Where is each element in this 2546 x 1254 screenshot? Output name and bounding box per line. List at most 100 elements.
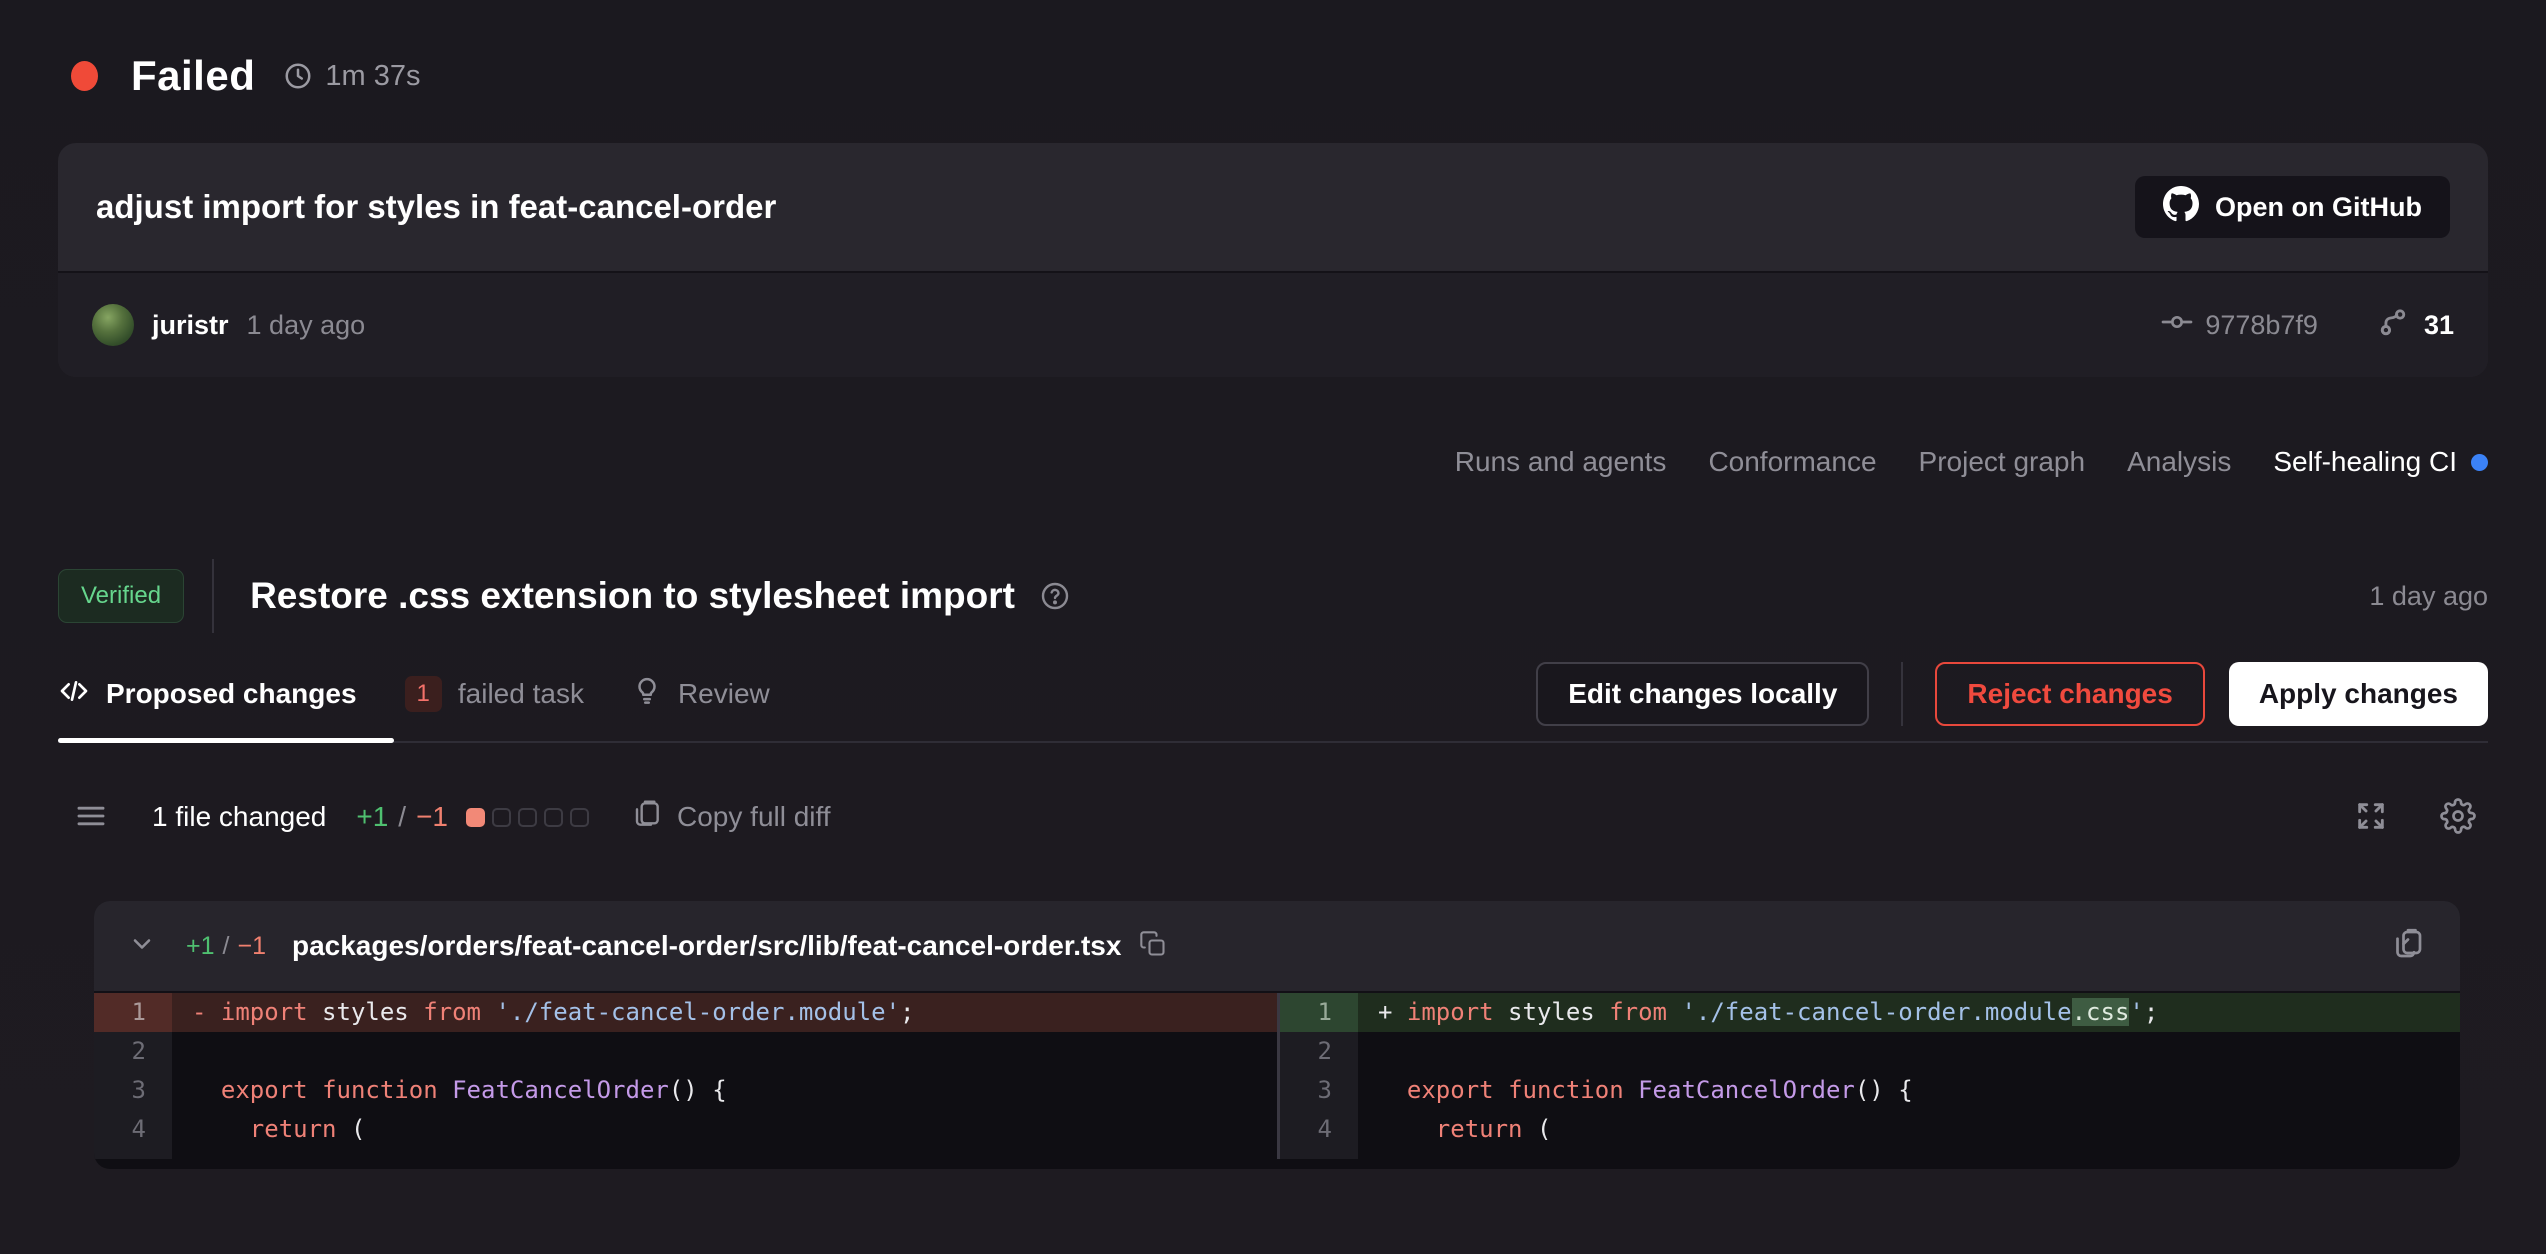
open-on-github-label: Open on GitHub: [2215, 192, 2422, 223]
code-line-added: 1+ import styles from './feat-cancel-ord…: [1280, 993, 2460, 1032]
duration: 1m 37s: [283, 60, 420, 93]
nav-active-dot: [2471, 454, 2488, 471]
hamburger-icon: [74, 799, 108, 836]
branch-info[interactable]: 31: [2376, 306, 2454, 345]
commit-sha[interactable]: 9778b7f9: [2161, 306, 2318, 345]
copy-file-contents-icon[interactable]: [2390, 926, 2426, 967]
help-icon[interactable]: [1039, 580, 1071, 612]
author-name: juristr: [152, 310, 229, 341]
gear-icon: [2440, 798, 2476, 837]
clock-icon: [283, 61, 313, 91]
nav-item-runs-and-agents[interactable]: Runs and agents: [1455, 446, 1667, 478]
copy-icon: [631, 798, 663, 837]
expand-icon: [2354, 799, 2388, 836]
tab-proposed-changes[interactable]: Proposed changes: [58, 675, 357, 714]
tab-review[interactable]: Review: [632, 676, 770, 713]
open-on-github-button[interactable]: Open on GitHub: [2135, 176, 2450, 238]
diffstat-block-empty: [492, 808, 511, 827]
line-number: 2: [1280, 1032, 1358, 1071]
code-line-context: 4 return (: [1280, 1110, 2460, 1149]
diffstat-blocks: [466, 808, 589, 827]
status-label: Failed: [131, 52, 255, 100]
file-diffstat: +1 / −1: [186, 932, 266, 961]
nav-item-label: Analysis: [2127, 446, 2231, 478]
diff-file-header[interactable]: +1 / −1 packages/orders/feat-cancel-orde…: [94, 901, 2460, 993]
nav-item-label: Runs and agents: [1455, 446, 1667, 478]
diffstat-block-empty: [518, 808, 537, 827]
commit-icon: [2161, 306, 2193, 345]
line-number: 4: [1280, 1110, 1358, 1149]
expand-button[interactable]: [2354, 799, 2388, 836]
file-path: packages/orders/feat-cancel-order/src/li…: [292, 930, 1121, 962]
copy-full-diff-label: Copy full diff: [677, 801, 831, 833]
code-text: return (: [172, 1110, 1277, 1149]
nav-item-label: Project graph: [1919, 446, 2086, 478]
code-text: [172, 1032, 1277, 1071]
commit-sha-text: 9778b7f9: [2205, 310, 2318, 341]
code-text: [1358, 1032, 2460, 1071]
status-failed-dot: [71, 61, 98, 91]
code-line-context: 3 export function FeatCancelOrder() {: [1280, 1071, 2460, 1110]
nav-item-label: Conformance: [1708, 446, 1876, 478]
tab-review-label: Review: [678, 678, 770, 710]
reject-changes-button[interactable]: Reject changes: [1935, 662, 2204, 726]
workspace-nav: Runs and agents Conformance Project graph A…: [58, 441, 2488, 483]
git-branch-icon: [2376, 306, 2410, 345]
nav-item-label: Self-healing CI: [2273, 446, 2457, 478]
github-icon: [2163, 186, 2199, 229]
commit-card-bottom: juristr 1 day ago 9778b7f9: [58, 271, 2488, 377]
author: juristr 1 day ago: [92, 304, 365, 346]
nav-item-self-healing-ci[interactable]: Self-healing CI: [2273, 446, 2488, 478]
tabs: Proposed changes 1 failed task Review: [58, 675, 770, 714]
nav-item-conformance[interactable]: Conformance: [1708, 446, 1876, 478]
duration-text: 1m 37s: [325, 60, 420, 93]
nav-item-project-graph[interactable]: Project graph: [1919, 446, 2086, 478]
divider: [212, 559, 214, 633]
diffstat: +1 / −1: [356, 801, 448, 833]
line-number: 4: [94, 1110, 172, 1149]
diff-toolbar-right: [2354, 798, 2488, 837]
diff-file-card: +1 / −1 packages/orders/feat-cancel-orde…: [94, 901, 2460, 1169]
code-text: return (: [1358, 1110, 2460, 1149]
diffstat-block-filled: [466, 808, 485, 827]
settings-button[interactable]: [2440, 798, 2476, 837]
apply-changes-button[interactable]: Apply changes: [2229, 662, 2488, 726]
line-number: 3: [1280, 1071, 1358, 1110]
line-number: 2: [94, 1032, 172, 1071]
tab-proposed-changes-label: Proposed changes: [106, 678, 357, 710]
divider: [1901, 662, 1903, 726]
fix-heading-row: Verified Restore .css extension to style…: [58, 559, 2488, 633]
code-line-context: 3 export function FeatCancelOrder() {: [94, 1071, 1277, 1110]
copy-full-diff-button[interactable]: Copy full diff: [631, 798, 831, 837]
diffstat-block-empty: [544, 808, 563, 827]
file-additions: +1: [186, 932, 215, 961]
verified-badge: Verified: [58, 569, 184, 623]
code-text: export function FeatCancelOrder() {: [172, 1071, 1277, 1110]
authored-time: 1 day ago: [247, 310, 366, 341]
code-line-removed: 1- import styles from './feat-cancel-ord…: [94, 993, 1277, 1032]
commit-card: adjust import for styles in feat-cancel-…: [58, 143, 2488, 377]
commit-meta: 9778b7f9 31: [2161, 306, 2454, 345]
ci-status-row: Failed 1m 37s: [58, 0, 2488, 100]
diff-pane-original: 1- import styles from './feat-cancel-ord…: [94, 993, 1277, 1159]
action-buttons: Edit changes locally Reject changes Appl…: [1536, 662, 2488, 726]
chevron-down-icon[interactable]: [128, 930, 156, 963]
page: Failed 1m 37s adjust import for styles i…: [0, 0, 2546, 1169]
copy-path-icon[interactable]: [1139, 930, 1167, 963]
file-diffstat-separator: /: [223, 932, 230, 961]
tab-failed-task[interactable]: 1 failed task: [405, 676, 584, 712]
code-icon: [58, 675, 90, 714]
tabs-row: Proposed changes 1 failed task Review Ed…: [58, 647, 2488, 743]
branch-count: 31: [2424, 310, 2454, 341]
line-number: 1: [1280, 993, 1358, 1032]
deletions-count: −1: [416, 801, 448, 833]
code-line-context: 2: [94, 1032, 1277, 1071]
file-list-menu-button[interactable]: [74, 799, 108, 836]
diff-split-view: 1- import styles from './feat-cancel-ord…: [94, 993, 2460, 1169]
nav-item-analysis[interactable]: Analysis: [2127, 446, 2231, 478]
edit-changes-locally-button[interactable]: Edit changes locally: [1536, 662, 1869, 726]
diff-pane-modified: 1+ import styles from './feat-cancel-ord…: [1277, 993, 2460, 1159]
fix-time: 1 day ago: [2369, 581, 2488, 612]
code-text: + import styles from './feat-cancel-orde…: [1358, 993, 2460, 1032]
diffstat-block-empty: [570, 808, 589, 827]
